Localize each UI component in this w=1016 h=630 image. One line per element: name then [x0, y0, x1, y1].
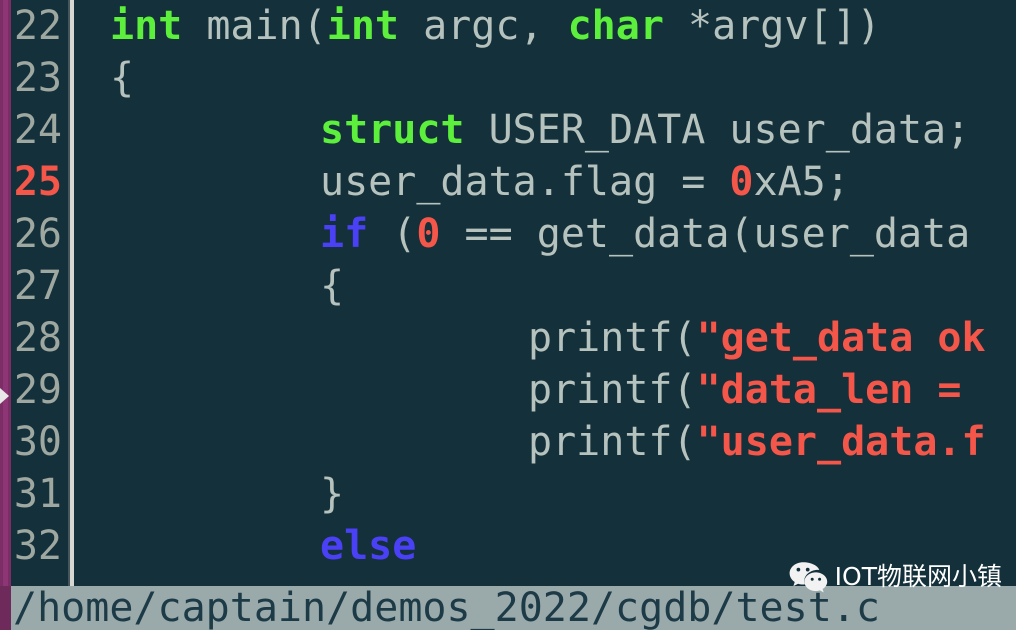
code-line[interactable]: { — [74, 260, 344, 312]
code-token-plain: printf( — [528, 367, 697, 413]
code-token-plain: } — [320, 471, 345, 517]
code-token-plain: *argv[]) — [663, 3, 881, 49]
cgdb-terminal-window: 22 23 24 25 26 27 28 29 30 31 32 int main(int argc… — [0, 0, 1016, 630]
status-bar-strip — [0, 586, 11, 630]
line-number: 27 — [13, 263, 62, 309]
code-token-cond: else — [320, 523, 417, 569]
code-line[interactable]: else — [74, 520, 416, 572]
code-line[interactable]: struct USER_DATA user_data; — [74, 104, 970, 156]
code-token-plain: printf( — [528, 419, 697, 465]
code-token-key: int — [110, 3, 183, 49]
line-number: 23 — [13, 55, 62, 101]
line-number: 28 — [13, 315, 62, 361]
code-token-key: int — [326, 3, 399, 49]
code-token-plain: user_data.flag = — [320, 159, 730, 205]
line-number: 24 — [13, 107, 62, 153]
code-line[interactable]: printf("user_data.f — [74, 416, 986, 468]
code-line[interactable]: user_data.flag = 0xA5; — [74, 156, 850, 208]
code-token-key: char — [567, 3, 664, 49]
line-number: 25 — [13, 159, 62, 205]
line-number: 29 — [13, 367, 62, 413]
code-token-str: "data_len = — [696, 367, 986, 413]
code-token-plain: == get_data(user_data — [440, 211, 971, 257]
code-token-plain: { — [320, 263, 345, 309]
line-number: 30 — [13, 419, 62, 465]
code-token-num: 0 — [416, 211, 441, 257]
code-token-cond: if — [320, 211, 369, 257]
line-number: 32 — [13, 523, 62, 569]
line-number: 26 — [13, 211, 62, 257]
code-line[interactable]: } — [74, 468, 344, 520]
code-line[interactable]: if (0 == get_data(user_data — [74, 208, 970, 260]
code-token-str: "user_data.f — [696, 419, 986, 465]
code-token-plain: USER_DATA user_data; — [464, 107, 971, 153]
source-code-view[interactable]: int main(int argc, char *argv[]){struct … — [74, 0, 1016, 586]
status-bar: /home/captain/demos_2022/cgdb/test.c — [0, 586, 1016, 630]
code-line[interactable]: int main(int argc, char *argv[]) — [74, 0, 881, 52]
line-number: 22 — [13, 3, 62, 49]
code-token-plain: main( — [182, 3, 327, 49]
code-token-key: struct — [320, 107, 465, 153]
code-token-plain: ( — [368, 211, 417, 257]
code-line[interactable]: printf("data_len = — [74, 364, 986, 416]
code-token-plain: argc, — [399, 3, 568, 49]
code-token-plain: xA5; — [753, 159, 850, 205]
line-number-gutter: 22 23 24 25 26 27 28 29 30 31 32 — [11, 0, 70, 586]
code-token-plain: printf( — [528, 315, 697, 361]
code-token-num: 0 — [729, 159, 754, 205]
status-bar-file-path: /home/captain/demos_2022/cgdb/test.c — [13, 586, 880, 630]
line-number: 31 — [13, 471, 62, 517]
code-token-str: "get_data ok — [696, 315, 986, 361]
code-line[interactable]: printf("get_data ok — [74, 312, 986, 364]
code-line[interactable]: { — [74, 52, 134, 104]
code-token-plain: { — [110, 55, 135, 101]
